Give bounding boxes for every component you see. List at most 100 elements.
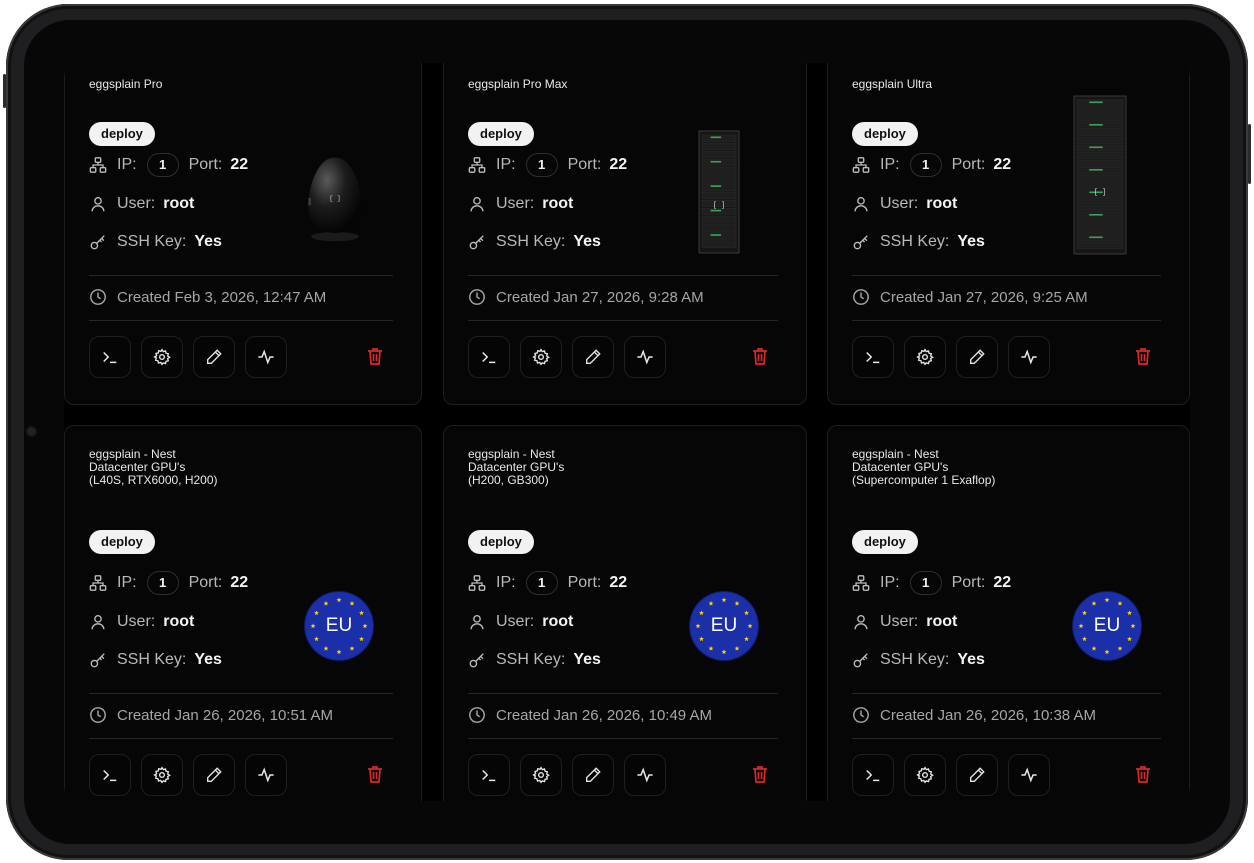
user-icon — [468, 613, 486, 631]
delete-button[interactable] — [750, 346, 770, 366]
edit-button[interactable] — [956, 336, 998, 378]
user-row: User: root — [468, 610, 573, 634]
clock-icon — [852, 288, 870, 306]
ssh-label: SSH Key: — [880, 651, 950, 668]
user-label: User: — [117, 613, 156, 630]
terminal-button[interactable] — [852, 336, 894, 378]
power-button — [1248, 124, 1251, 184]
card-title: eggsplain - Nest Datacenter GPU's (H200,… — [468, 447, 565, 487]
ssh-value: Yes — [957, 233, 985, 250]
deploy-badge[interactable]: deploy — [852, 122, 918, 146]
created-text: Created Jan 27, 2026, 9:25 AM — [880, 288, 1088, 306]
settings-button[interactable] — [904, 754, 946, 796]
terminal-button[interactable] — [852, 754, 894, 796]
edit-button[interactable] — [193, 754, 235, 796]
action-bar — [89, 754, 287, 796]
created-row: Created Feb 3, 2026, 12:47 AM — [89, 288, 326, 306]
clock-icon — [468, 288, 486, 306]
volume-button — [3, 74, 6, 108]
ip-count: 1 — [146, 571, 179, 595]
eu-flag-badge: EU — [690, 592, 758, 660]
terminal-button[interactable] — [89, 336, 131, 378]
terminal-button[interactable] — [468, 754, 510, 796]
settings-button[interactable] — [904, 336, 946, 378]
delete-button[interactable] — [1133, 764, 1153, 784]
activity-button[interactable] — [624, 336, 666, 378]
deploy-badge[interactable]: deploy — [852, 530, 918, 554]
activity-button[interactable] — [624, 754, 666, 796]
ip-label: IP: — [117, 156, 137, 173]
ip-label: IP: — [880, 574, 900, 591]
port-value: 22 — [230, 156, 249, 173]
created-text: Created Jan 27, 2026, 9:28 AM — [496, 288, 704, 306]
action-bar — [468, 336, 666, 378]
created-text: Created Jan 26, 2026, 10:51 AM — [117, 706, 333, 724]
divider — [852, 275, 1161, 276]
activity-button[interactable] — [1008, 754, 1050, 796]
settings-button[interactable] — [520, 336, 562, 378]
eu-label: EU — [325, 615, 353, 636]
deploy-badge[interactable]: deploy — [89, 122, 155, 146]
settings-button[interactable] — [141, 754, 183, 796]
settings-button[interactable] — [520, 754, 562, 796]
created-row: Created Jan 26, 2026, 10:38 AM — [852, 706, 1096, 724]
settings-button[interactable] — [141, 336, 183, 378]
delete-button[interactable] — [365, 764, 385, 784]
trash-icon — [750, 348, 770, 370]
edit-button[interactable] — [193, 336, 235, 378]
deploy-badge[interactable]: deploy — [89, 530, 155, 554]
ip-row: IP: 1 Port: 22 — [468, 571, 627, 595]
key-icon — [89, 651, 107, 669]
activity-button[interactable] — [245, 336, 287, 378]
eu-flag-badge: EU — [1073, 592, 1141, 660]
delete-button[interactable] — [750, 764, 770, 784]
user-value: root — [163, 613, 195, 630]
activity-button[interactable] — [245, 754, 287, 796]
server-card: eggsplain Pro deploy IP: 1 Port: 22 User… — [64, 63, 422, 405]
eu-label: EU — [710, 615, 738, 636]
user-value: root — [542, 195, 574, 212]
port-label: Port: — [567, 156, 602, 173]
action-bar — [852, 336, 1050, 378]
ip-label: IP: — [496, 574, 516, 591]
user-icon — [89, 195, 107, 213]
user-icon — [852, 195, 870, 213]
terminal-button[interactable] — [89, 754, 131, 796]
key-icon — [468, 233, 486, 251]
edit-button[interactable] — [572, 754, 614, 796]
ssh-row: SSH Key: Yes — [852, 230, 985, 254]
ip-row: IP: 1 Port: 22 — [852, 153, 1011, 177]
settings-icon — [916, 348, 934, 366]
user-label: User: — [880, 195, 919, 212]
delete-button[interactable] — [1133, 346, 1153, 366]
ssh-value: Yes — [194, 651, 222, 668]
deploy-badge[interactable]: deploy — [468, 530, 534, 554]
edit-button[interactable] — [572, 336, 614, 378]
ip-count: 1 — [146, 153, 179, 177]
divider — [89, 738, 393, 739]
user-value: root — [926, 613, 958, 630]
edit-icon — [968, 766, 986, 784]
network-icon — [468, 156, 486, 174]
eu-flag-badge: EU — [305, 592, 373, 660]
deploy-badge[interactable]: deploy — [468, 122, 534, 146]
edit-button[interactable] — [956, 754, 998, 796]
key-icon — [852, 233, 870, 251]
user-value: root — [926, 195, 958, 212]
terminal-button[interactable] — [468, 336, 510, 378]
port-label: Port: — [188, 574, 223, 591]
user-value: root — [542, 613, 574, 630]
divider — [852, 693, 1161, 694]
divider — [89, 275, 393, 276]
created-row: Created Jan 27, 2026, 9:25 AM — [852, 288, 1088, 306]
created-row: Created Jan 27, 2026, 9:28 AM — [468, 288, 704, 306]
ssh-row: SSH Key: Yes — [468, 648, 601, 672]
ip-count: 1 — [909, 571, 942, 595]
activity-button[interactable] — [1008, 336, 1050, 378]
delete-button[interactable] — [365, 346, 385, 366]
created-text: Created Jan 26, 2026, 10:49 AM — [496, 706, 712, 724]
egg-device-image: [ ] — [301, 152, 369, 249]
settings-icon — [153, 766, 171, 784]
activity-icon — [636, 766, 654, 784]
divider — [852, 738, 1161, 739]
